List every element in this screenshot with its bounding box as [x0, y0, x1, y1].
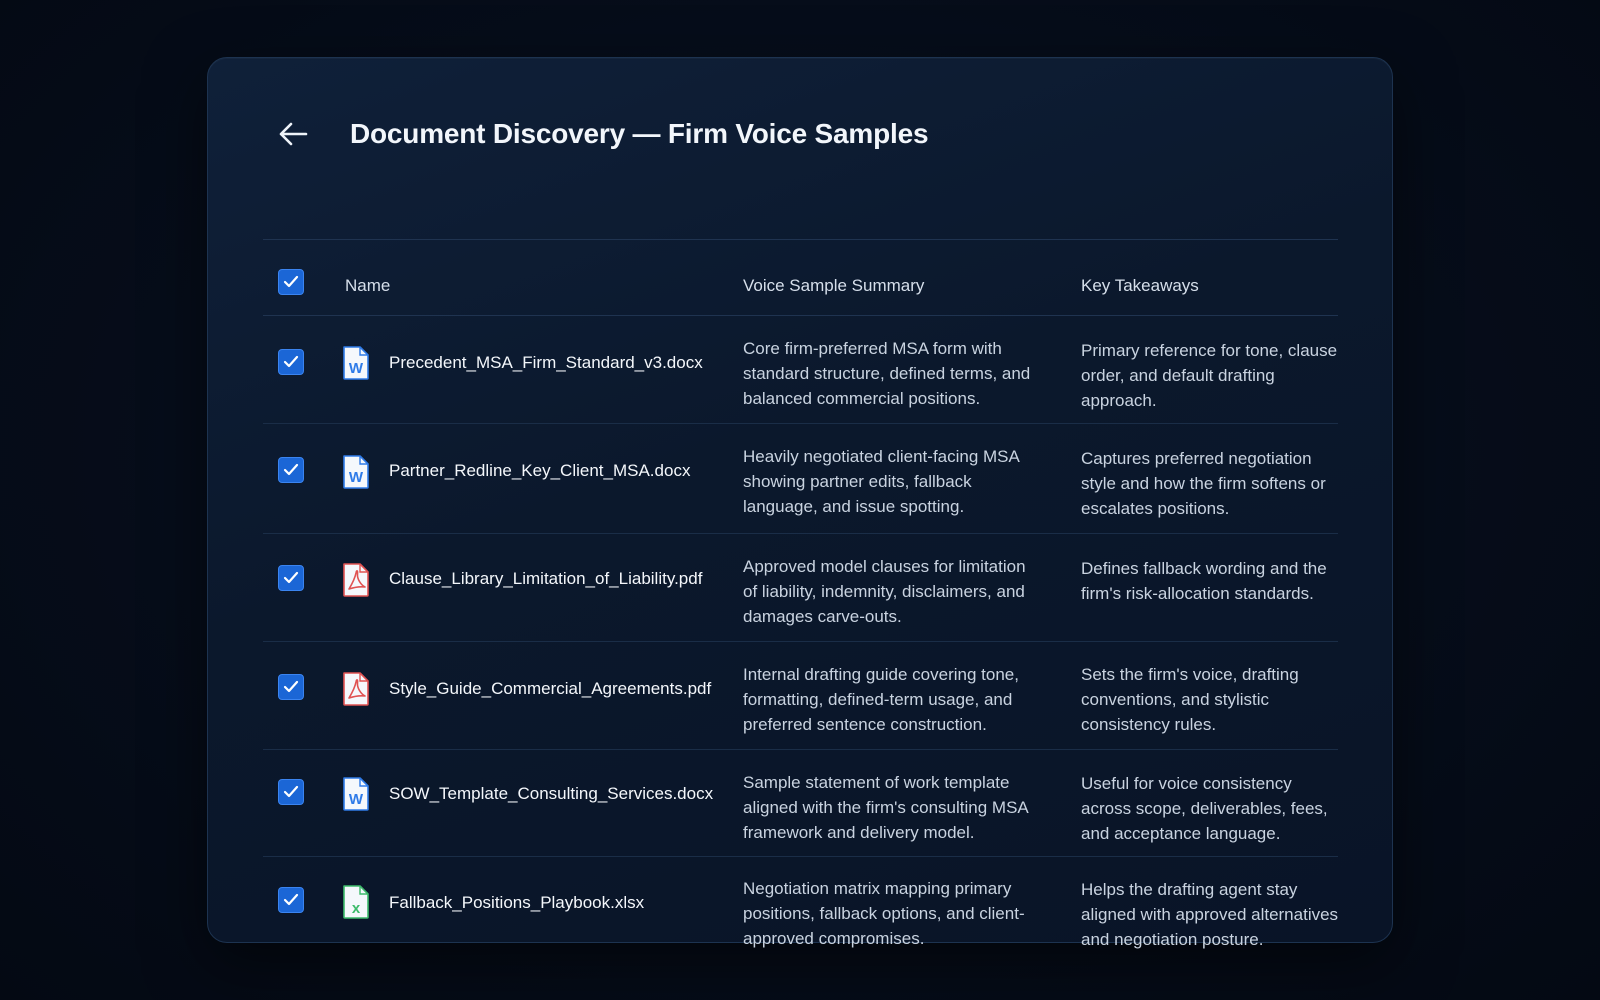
row-checkbox[interactable]: [278, 565, 304, 591]
checkmark-icon: [283, 571, 299, 584]
key-takeaway: Helps the drafting agent stay aligned wi…: [1081, 880, 1339, 949]
file-name[interactable]: Partner_Redline_Key_Client_MSA.docx: [389, 461, 690, 481]
voice-sample-summary: Internal drafting guide covering tone, f…: [743, 665, 1019, 734]
file-name[interactable]: Style_Guide_Commercial_Agreements.pdf: [389, 679, 711, 699]
voice-sample-summary: Core firm-preferred MSA form with standa…: [743, 339, 1031, 408]
word-doc-icon: W: [341, 454, 371, 490]
arrow-left-icon: [279, 122, 308, 146]
svg-text:x: x: [352, 900, 361, 917]
excel-doc-icon: x: [341, 884, 371, 920]
svg-text:W: W: [349, 791, 364, 808]
checkmark-icon: [283, 355, 299, 368]
documents-table: Name Voice Sample Summary Key Takeaways …: [263, 240, 1338, 965]
select-all-checkbox[interactable]: [278, 269, 304, 295]
word-doc-icon: W: [341, 776, 371, 812]
back-button[interactable]: [271, 112, 315, 156]
file-name[interactable]: Precedent_MSA_Firm_Standard_v3.docx: [389, 353, 703, 373]
checkmark-icon: [283, 275, 299, 288]
table-row[interactable]: W SOW_Template_Consulting_Services.docx Sa…: [263, 750, 1338, 857]
voice-sample-summary: Approved model clauses for limitation of…: [743, 557, 1026, 626]
checkmark-icon: [283, 680, 299, 693]
file-name[interactable]: Fallback_Positions_Playbook.xlsx: [389, 893, 644, 913]
table-row[interactable]: Clause_Library_Limitation_of_Liability.p…: [263, 534, 1338, 642]
word-doc-icon: W: [341, 345, 371, 381]
file-name[interactable]: SOW_Template_Consulting_Services.docx: [389, 784, 713, 804]
panel-header: Document Discovery — Firm Voice Samples: [263, 98, 1338, 240]
key-takeaway: Sets the firm's voice, drafting conventi…: [1081, 665, 1299, 734]
table-header-row: Name Voice Sample Summary Key Takeaways: [263, 240, 1338, 316]
document-discovery-panel: Document Discovery — Firm Voice Samples …: [207, 57, 1393, 949]
pdf-doc-icon: [341, 671, 371, 707]
voice-sample-summary: Negotiation matrix mapping primary posit…: [743, 879, 1025, 948]
row-checkbox[interactable]: [278, 779, 304, 805]
svg-text:W: W: [349, 469, 364, 486]
column-header-takeaways[interactable]: Key Takeaways: [1081, 276, 1199, 296]
table-row[interactable]: W Precedent_MSA_Firm_Standard_v3.docx Core…: [263, 316, 1338, 424]
row-checkbox[interactable]: [278, 674, 304, 700]
checkmark-icon: [283, 785, 299, 798]
voice-sample-summary: Heavily negotiated client-facing MSA sho…: [743, 447, 1019, 516]
key-takeaway: Primary reference for tone, clause order…: [1081, 341, 1338, 410]
row-checkbox[interactable]: [278, 887, 304, 913]
key-takeaway: Captures preferred negotiation style and…: [1081, 449, 1326, 518]
voice-sample-summary: Sample statement of work template aligne…: [743, 773, 1028, 842]
row-checkbox[interactable]: [278, 349, 304, 375]
table-row[interactable]: x Fallback_Positions_Playbook.xlsx Negotia…: [263, 857, 1338, 965]
column-header-name[interactable]: Name: [345, 276, 390, 296]
file-name[interactable]: Clause_Library_Limitation_of_Liability.p…: [389, 569, 702, 589]
page-title: Document Discovery — Firm Voice Samples: [350, 118, 929, 149]
table-row[interactable]: Style_Guide_Commercial_Agreements.pdf Int…: [263, 642, 1338, 750]
row-checkbox[interactable]: [278, 457, 304, 483]
key-takeaway: Defines fallback wording and the firm's …: [1081, 559, 1327, 603]
pdf-doc-icon: [341, 562, 371, 598]
table-row[interactable]: W Partner_Redline_Key_Client_MSA.docx Heav…: [263, 424, 1338, 534]
column-header-summary[interactable]: Voice Sample Summary: [743, 276, 924, 296]
key-takeaway: Useful for voice consistency across scop…: [1081, 774, 1328, 843]
checkmark-icon: [283, 893, 299, 906]
table-body: W Precedent_MSA_Firm_Standard_v3.docx Core…: [263, 316, 1338, 965]
svg-text:W: W: [349, 360, 364, 377]
checkmark-icon: [283, 463, 299, 476]
